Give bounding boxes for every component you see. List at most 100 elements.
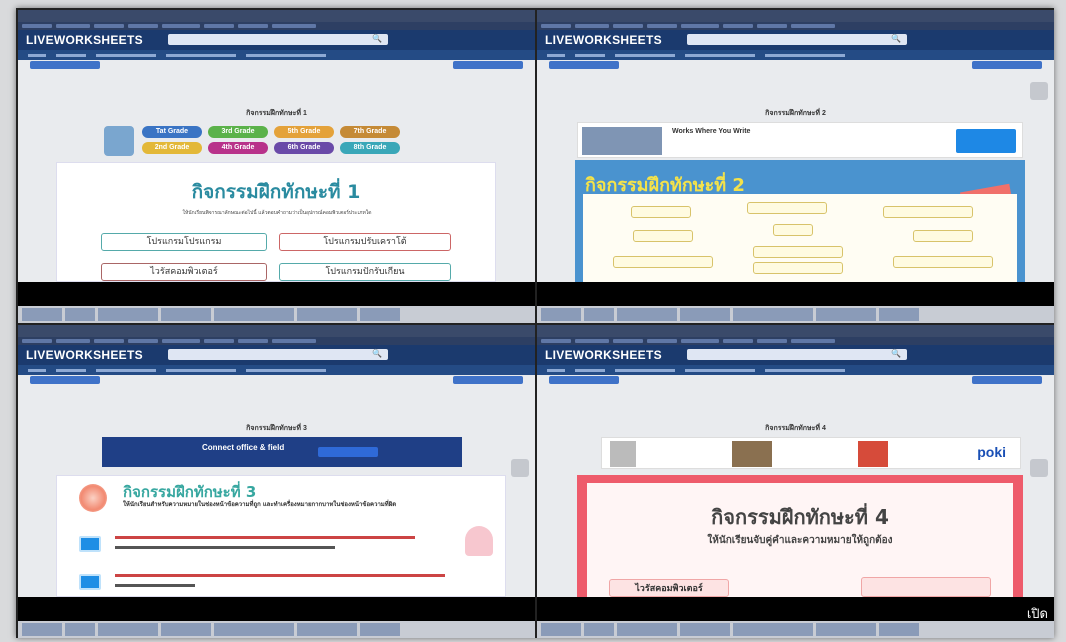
- search-icon[interactable]: 🔍: [372, 349, 382, 358]
- answer-box[interactable]: โปรแกรมปักรับเกียน: [279, 263, 451, 281]
- definition-box[interactable]: [861, 577, 991, 597]
- answer-box[interactable]: โปรแกรมปรับเคราโต้: [279, 233, 451, 251]
- term-box[interactable]: ไวรัสคอมพิวเตอร์: [609, 579, 729, 597]
- worksheet-title: กิจกรรมฝึกทักษะที่ 2: [765, 110, 826, 117]
- ad-thumb: [858, 441, 888, 467]
- statement-line: [115, 546, 335, 549]
- video-bar: [18, 597, 535, 621]
- instructions-text: ให้นักเรียนพิจารณาลักษณะต่อไปนี้ แล้วตอบ…: [182, 210, 372, 216]
- search-input[interactable]: [687, 34, 907, 45]
- ad-image: [582, 127, 662, 155]
- browser-pane-2: LIVEWORKSHEETS 🔍 กิจกรรมฝึกทักษะที่ 2 Wo…: [537, 10, 1054, 323]
- ad-title: Works Where You Write: [672, 128, 751, 135]
- ad-cta-button[interactable]: [318, 447, 378, 457]
- search-icon[interactable]: 🔍: [372, 34, 382, 43]
- video-bar: [18, 282, 535, 306]
- site-menu: [537, 50, 1054, 60]
- watermark-text: เปิด: [1026, 607, 1048, 622]
- ad-open-button[interactable]: [956, 129, 1016, 153]
- activity-heading: กิจกรรมฝึกทักษะที่ 1: [191, 181, 361, 203]
- student-access-button[interactable]: [30, 61, 100, 69]
- search-icon[interactable]: 🔍: [891, 34, 901, 43]
- answer-box[interactable]: [631, 206, 691, 218]
- answer-checkbox[interactable]: [79, 574, 101, 590]
- worksheet-title: กิจกรรมฝึกทักษะที่ 3: [246, 425, 307, 432]
- answer-box[interactable]: [753, 246, 843, 258]
- site-header: LIVEWORKSHEETS 🔍: [18, 30, 535, 50]
- search-icon[interactable]: 🔍: [891, 349, 901, 358]
- ad-thumb: [610, 441, 636, 467]
- answer-box[interactable]: [753, 262, 843, 274]
- side-toggle-button[interactable]: [1030, 82, 1048, 100]
- taskbar: [537, 621, 1054, 638]
- answer-box[interactable]: [613, 256, 713, 268]
- site-header: LIVEWORKSHEETS 🔍: [537, 30, 1054, 50]
- video-bar: [537, 282, 1054, 306]
- answer-box[interactable]: [773, 224, 813, 236]
- worksheet-card: กิจกรรมฝึกทักษะที่ 2: [575, 160, 1025, 282]
- teacher-access-button[interactable]: [453, 376, 523, 384]
- cupcake-icon: [465, 526, 493, 556]
- instructions-text: ให้นักเรียนจับคู่คำและความหมายให้ถูกต้อง: [707, 535, 893, 546]
- site-header: LIVEWORKSHEETS 🔍: [18, 345, 535, 365]
- side-toggle-button[interactable]: [511, 459, 529, 477]
- answer-box[interactable]: ไวรัสคอมพิวเตอร์: [101, 263, 267, 281]
- grade-button[interactable]: 8th Grade: [340, 142, 400, 154]
- bookmarks-bar[interactable]: [537, 22, 1054, 30]
- grade-button[interactable]: 5th Grade: [274, 126, 334, 138]
- browser-tab-strip[interactable]: [18, 10, 535, 22]
- student-access-button[interactable]: [549, 376, 619, 384]
- ad-thumb: [732, 441, 772, 467]
- teacher-access-button[interactable]: [453, 61, 523, 69]
- activity-heading: กิจกรรมฝึกทักษะที่ 4: [711, 505, 889, 529]
- ad-banner[interactable]: Works Where You Write: [577, 122, 1023, 158]
- ad-logo: poki: [977, 444, 1006, 460]
- worksheet-body: [583, 194, 1017, 282]
- candy-icon: [79, 484, 107, 512]
- statement-line: [115, 536, 415, 539]
- bookmarks-bar[interactable]: [18, 22, 535, 30]
- grade-button[interactable]: 7th Grade: [340, 126, 400, 138]
- answer-checkbox[interactable]: [79, 536, 101, 552]
- bookmarks-bar[interactable]: [18, 337, 535, 345]
- grade-button[interactable]: 6th Grade: [274, 142, 334, 154]
- site-header: LIVEWORKSHEETS 🔍: [537, 345, 1054, 365]
- answer-box[interactable]: [913, 230, 973, 242]
- student-access-button[interactable]: [549, 61, 619, 69]
- grade-button[interactable]: 3rd Grade: [208, 126, 268, 138]
- grade-button[interactable]: 4th Grade: [208, 142, 268, 154]
- browser-tab-strip[interactable]: [537, 325, 1054, 337]
- site-logo[interactable]: LIVEWORKSHEETS: [545, 348, 662, 362]
- answer-box[interactable]: [747, 202, 827, 214]
- browser-tab-strip[interactable]: [18, 325, 535, 337]
- answer-box[interactable]: [893, 256, 993, 268]
- side-toggle-button[interactable]: [1030, 459, 1048, 477]
- site-logo[interactable]: LIVEWORKSHEETS: [26, 33, 143, 47]
- site-logo[interactable]: LIVEWORKSHEETS: [545, 33, 662, 47]
- answer-box[interactable]: [883, 206, 973, 218]
- taskbar: [18, 306, 535, 323]
- ad-title: Connect office & field: [202, 443, 285, 452]
- answer-box[interactable]: โปรแกรมโปรแกรม: [101, 233, 267, 251]
- statement-line: [115, 574, 445, 577]
- site-menu: [537, 365, 1054, 375]
- teacher-access-button[interactable]: [972, 61, 1042, 69]
- ad-banner[interactable]: poki: [601, 437, 1021, 469]
- browser-tab-strip[interactable]: [537, 10, 1054, 22]
- site-logo[interactable]: LIVEWORKSHEETS: [26, 348, 143, 362]
- search-input[interactable]: [687, 349, 907, 360]
- student-access-button[interactable]: [30, 376, 100, 384]
- grade-button[interactable]: 2nd Grade: [142, 142, 202, 154]
- answer-box[interactable]: [633, 230, 693, 242]
- bookmarks-bar[interactable]: [537, 337, 1054, 345]
- worksheet-card: กิจกรรมฝึกทักษะที่ 1 ให้นักเรียนพิจารณาล…: [56, 162, 496, 282]
- worksheet-title: กิจกรรมฝึกทักษะที่ 4: [765, 425, 826, 432]
- ad-banner[interactable]: Connect office & field: [102, 437, 462, 467]
- search-input[interactable]: [168, 34, 388, 45]
- statement-line: [115, 584, 195, 587]
- browser-pane-4: LIVEWORKSHEETS 🔍 กิจกรรมฝึกทักษะที่ 4 po…: [537, 325, 1054, 638]
- teacher-access-button[interactable]: [972, 376, 1042, 384]
- search-input[interactable]: [168, 349, 388, 360]
- grade-button[interactable]: Tat Grade: [142, 126, 202, 138]
- worksheet-card: กิจกรรมฝึกทักษะที่ 3 ให้นักเรียนสำหรับคว…: [56, 475, 506, 597]
